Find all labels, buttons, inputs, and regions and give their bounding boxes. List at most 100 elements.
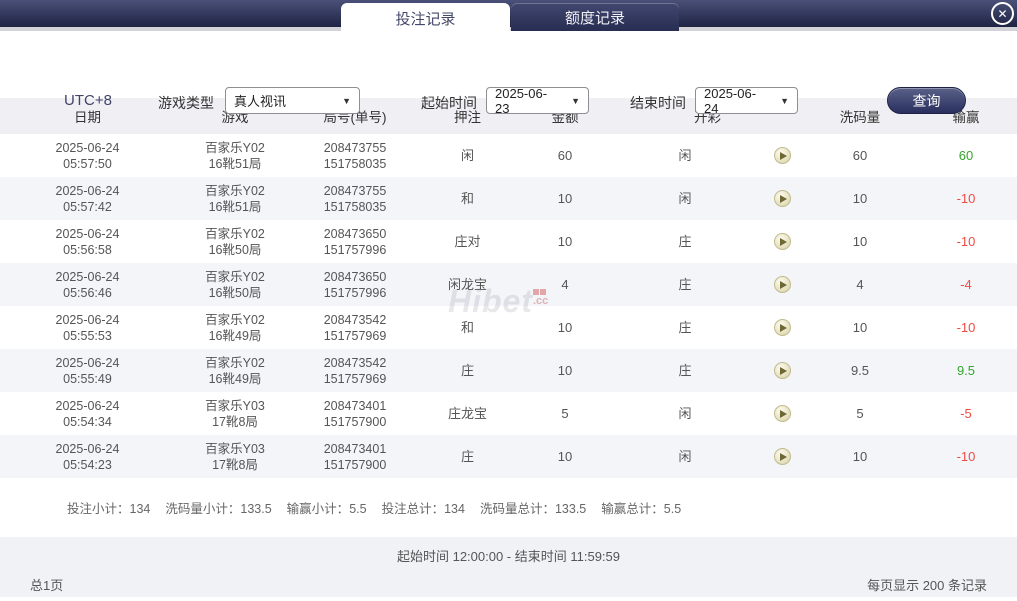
start-date-value: 2025-06-23	[495, 85, 548, 116]
cell-video	[760, 190, 805, 207]
cell-game: 百家乐Y02 16靴51局	[205, 183, 265, 214]
cell-game: 百家乐Y02 16靴49局	[205, 355, 265, 386]
cell-bet: 庄龙宝	[447, 405, 487, 421]
cell-amount: 5	[561, 405, 569, 421]
table-row: 2025-06-24 05:57:42 百家乐Y02 16靴51局 208473755 1…	[0, 177, 1017, 220]
chevron-down-icon: ▼	[571, 95, 580, 106]
cell-video	[760, 448, 805, 465]
cell-amount: 10	[557, 319, 573, 335]
cell-round-number: 208473650 151757996	[323, 269, 387, 300]
cell-amount: 10	[557, 362, 573, 378]
cell-game: 百家乐Y02 16靴49局	[205, 312, 265, 343]
summary-item: 洗码量总计：133.5	[479, 502, 587, 516]
summary-item: 输赢小计：5.5	[286, 502, 367, 516]
play-video-icon[interactable]	[774, 147, 791, 164]
cell-date: 2025-06-24 05:55:53	[55, 312, 120, 343]
cell-bet: 闲龙宝	[447, 276, 487, 292]
cell-game: 百家乐Y02 16靴51局	[205, 140, 265, 171]
cell-winloss: 9.5	[956, 362, 976, 378]
cell-result: 庄	[678, 276, 692, 292]
game-type-select[interactable]: 真人视讯 ▼	[225, 87, 360, 114]
cell-result: 闲	[678, 190, 692, 206]
cell-result: 闲	[678, 147, 692, 163]
cell-round-number: 208473401 151757900	[323, 398, 387, 429]
summary-item: 投注小计：134	[67, 502, 151, 516]
timezone-label: UTC+8	[64, 92, 112, 109]
chevron-down-icon: ▼	[780, 95, 789, 106]
time-range-note: 起始时间 12:00:00 - 结束时间 11:59:59	[396, 549, 621, 564]
summary-item: 输赢总计：5.5	[601, 502, 682, 516]
cell-video	[760, 276, 805, 293]
table-row: 2025-06-24 05:55:53 百家乐Y02 16靴49局 208473542 1…	[0, 306, 1017, 349]
cell-result: 庄	[678, 319, 692, 335]
cell-rolling: 10	[852, 319, 868, 335]
cell-game: 百家乐Y02 16靴50局	[205, 269, 265, 300]
play-video-icon[interactable]	[774, 233, 791, 250]
cell-video	[760, 147, 805, 164]
close-icon: ✕	[997, 6, 1008, 21]
column-header: 日期	[74, 110, 101, 125]
cell-date: 2025-06-24 05:57:42	[55, 183, 120, 214]
cell-rolling: 10	[852, 190, 868, 206]
cell-rolling: 4	[856, 276, 864, 292]
table-row: 2025-06-24 05:57:50 百家乐Y02 16靴51局 208473755 1…	[0, 134, 1017, 177]
cell-date: 2025-06-24 05:56:46	[55, 269, 120, 300]
end-date-value: 2025-06-24	[704, 85, 757, 116]
cell-round-number: 208473542 151757969	[323, 355, 387, 386]
cell-amount: 4	[561, 276, 569, 292]
summary-bar: 投注小计：134 洗码量小计：133.5 输赢小计：5.5 投注总计：134 洗码量总计…	[0, 478, 1017, 537]
cell-round-number: 208473542 151757969	[323, 312, 387, 343]
table-body: 2025-06-24 05:57:50 百家乐Y02 16靴51局 208473755 1…	[0, 134, 1017, 478]
cell-date: 2025-06-24 05:55:49	[55, 355, 120, 386]
cell-video	[760, 319, 805, 336]
cell-bet: 和	[460, 190, 474, 206]
table-row: 2025-06-24 05:54:23 百家乐Y03 17靴8局 208473401 15…	[0, 435, 1017, 478]
cell-winloss: -10	[956, 448, 976, 464]
cell-bet: 闲	[460, 147, 474, 163]
cell-game: 百家乐Y02 16靴50局	[205, 226, 265, 257]
play-video-icon[interactable]	[774, 362, 791, 379]
cell-rolling: 10	[852, 448, 868, 464]
cell-winloss: -10	[956, 233, 976, 249]
cell-game: 百家乐Y03 17靴8局	[205, 441, 265, 472]
close-button[interactable]: ✕	[991, 2, 1014, 25]
chevron-down-icon: ▼	[342, 95, 351, 106]
cell-result: 闲	[678, 405, 692, 421]
end-date-select[interactable]: 2025-06-24 ▼	[695, 85, 798, 116]
table-row: 2025-06-24 05:56:58 百家乐Y02 16靴50局 208473650 1…	[0, 220, 1017, 263]
top-tab-bar: 投注记录 额度记录 ✕	[0, 0, 1017, 38]
cell-bet: 庄对	[454, 233, 481, 249]
play-video-icon[interactable]	[774, 405, 791, 422]
cell-date: 2025-06-24 05:54:23	[55, 441, 120, 472]
end-date-label: 结束时间	[630, 95, 686, 111]
start-date-select[interactable]: 2025-06-23 ▼	[486, 85, 589, 116]
cell-video	[760, 405, 805, 422]
cell-winloss: 60	[958, 147, 974, 163]
start-date-label: 起始时间	[421, 95, 477, 111]
play-video-icon[interactable]	[774, 448, 791, 465]
cell-amount: 60	[557, 147, 573, 163]
table-row: 2025-06-24 05:56:46 百家乐Y02 16靴50局 208473650 1…	[0, 263, 1017, 306]
play-video-icon[interactable]	[774, 276, 791, 293]
cell-date: 2025-06-24 05:57:50	[55, 140, 120, 171]
cell-result: 闲	[678, 448, 692, 464]
cell-game: 百家乐Y03 17靴8局	[205, 398, 265, 429]
play-video-icon[interactable]	[774, 190, 791, 207]
cell-amount: 10	[557, 233, 573, 249]
cell-amount: 10	[557, 190, 573, 206]
filter-bar: UTC+8 游戏类型 真人视讯 ▼ 起始时间 2025-06-23 ▼ 结束时间…	[0, 31, 1017, 116]
query-button[interactable]: 查询	[887, 87, 966, 114]
cell-result: 庄	[678, 233, 692, 249]
game-type-value: 真人视讯	[234, 94, 287, 109]
cell-round-number: 208473755 151758035	[323, 183, 387, 214]
cell-winloss: -10	[956, 319, 976, 335]
cell-rolling: 10	[852, 233, 868, 249]
game-type-label: 游戏类型	[158, 95, 214, 111]
cell-winloss: -10	[956, 190, 976, 206]
page-count: 总1页	[30, 578, 64, 593]
table-row: 2025-06-24 05:54:34 百家乐Y03 17靴8局 208473401 15…	[0, 392, 1017, 435]
play-video-icon[interactable]	[774, 319, 791, 336]
cell-video	[760, 362, 805, 379]
cell-rolling: 9.5	[850, 362, 870, 378]
cell-rolling: 60	[852, 147, 868, 163]
